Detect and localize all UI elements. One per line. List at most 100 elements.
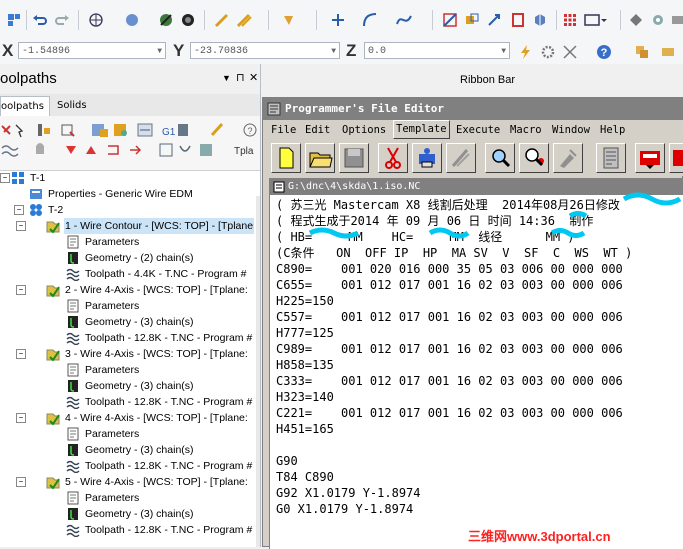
chevron-down-icon[interactable]: ▼ <box>331 43 336 60</box>
chevron-down-icon[interactable]: ▼ <box>157 43 162 60</box>
z-axis-label: Z <box>346 41 357 60</box>
tree-item[interactable]: Geometry - (3) chain(s) <box>0 314 256 330</box>
tree-item[interactable]: Properties - Generic Wire EDM <box>0 186 256 202</box>
template-button[interactable] <box>596 143 626 173</box>
pin-icon[interactable]: ⊓ <box>236 71 245 84</box>
geometry-icon <box>68 380 78 392</box>
menu-template[interactable]: Template <box>393 120 450 139</box>
tool-icon[interactable] <box>670 12 683 28</box>
arc-icon[interactable] <box>362 12 378 28</box>
expander-icon[interactable]: − <box>16 221 26 231</box>
cut-button[interactable] <box>378 143 408 173</box>
menu-macro[interactable]: Macro <box>510 120 542 140</box>
tree-item[interactable]: Parameters <box>0 234 256 250</box>
tree-item[interactable]: − T-2 <box>0 202 256 218</box>
tree-item[interactable]: Geometry - (3) chain(s) <box>0 442 256 458</box>
solid-icon[interactable] <box>532 12 548 28</box>
expander-icon[interactable]: − <box>14 205 24 215</box>
x-coordinate-input[interactable]: -1.54896 ▼ <box>18 42 166 59</box>
expander-icon[interactable]: − <box>16 477 26 487</box>
run-button[interactable] <box>635 143 665 173</box>
expander-icon[interactable]: − <box>16 349 26 359</box>
close-icon[interactable]: ✕ <box>249 71 258 84</box>
menu-edit[interactable]: Edit <box>305 120 330 140</box>
open-file-button[interactable] <box>305 143 335 173</box>
menu-help[interactable]: Help <box>600 120 625 140</box>
lightning-icon[interactable] <box>518 44 534 60</box>
tree-item[interactable]: Toolpath - 4.4K - T.NC - Program # <box>0 266 256 282</box>
paste-button[interactable] <box>446 143 476 173</box>
help-icon[interactable]: ? <box>596 44 612 60</box>
tree-item[interactable]: − T-1 <box>0 170 256 186</box>
gear-icon[interactable] <box>540 44 556 60</box>
window-icon[interactable] <box>584 12 608 28</box>
tab-toolpaths[interactable]: oolpaths <box>0 96 50 116</box>
menu-options[interactable]: Options <box>342 120 386 140</box>
tree-item-label: Toolpath - 12.8K - T.NC - Program # <box>85 396 253 408</box>
line-style-icon[interactable] <box>236 12 252 28</box>
tree-item[interactable]: Parameters <box>0 426 256 442</box>
cross-icon[interactable] <box>562 44 578 60</box>
trim-icon[interactable] <box>442 12 458 28</box>
tree-item[interactable]: Toolpath - 12.8K - T.NC - Program # <box>0 394 256 410</box>
editor-menu-bar: File Edit Options Template Execute Macro… <box>263 120 683 140</box>
tree-item[interactable]: Geometry - (2) chain(s) <box>0 250 256 266</box>
expander-icon[interactable]: − <box>0 173 10 183</box>
stop-button[interactable] <box>669 143 683 173</box>
tree-item[interactable]: − 5 - Wire 4-Axis - [WCS: TOP] - [Tplane: <box>0 474 256 490</box>
paste-icon <box>451 149 470 167</box>
redo-icon[interactable] <box>54 12 70 28</box>
brush-icon[interactable] <box>282 12 298 28</box>
wireframe-icon[interactable] <box>180 12 196 28</box>
ribbon-bar-area: Ribbon Bar <box>260 64 683 96</box>
undo-icon[interactable] <box>32 12 48 28</box>
y-coordinate-input[interactable]: -23.70836 ▼ <box>190 42 340 59</box>
tree-item[interactable]: Parameters <box>0 490 256 506</box>
machine-icon[interactable] <box>628 12 644 28</box>
menu-file[interactable]: File <box>271 120 296 140</box>
z-coordinate-input[interactable]: 0.0 ▼ <box>364 42 510 59</box>
tab-solids[interactable]: Solids <box>52 96 92 115</box>
save-file-button[interactable] <box>339 143 369 173</box>
globe-icon[interactable] <box>88 12 104 28</box>
tree-item[interactable]: − 1 - Wire Contour - [WCS: TOP] - [Tplane <box>0 218 256 234</box>
new-file-button[interactable] <box>271 143 301 173</box>
tree-item[interactable]: − 2 - Wire 4-Axis - [WCS: TOP] - [Tplane: <box>0 282 256 298</box>
menu-execute[interactable]: Execute <box>456 120 500 140</box>
tree-item[interactable]: Parameters <box>0 298 256 314</box>
tree-scrollbar[interactable] <box>256 196 260 547</box>
tree-item[interactable]: Geometry - (3) chain(s) <box>0 506 256 522</box>
shade-icon[interactable] <box>158 12 174 28</box>
transform-icon[interactable] <box>464 12 480 28</box>
translate-icon[interactable] <box>486 12 502 28</box>
find-next-button[interactable] <box>519 143 549 173</box>
find-button[interactable] <box>485 143 515 173</box>
point-icon[interactable] <box>330 12 346 28</box>
copy-button[interactable] <box>412 143 442 173</box>
tree-item[interactable]: Toolpath - 12.8K - T.NC - Program # <box>0 522 256 538</box>
sphere-icon[interactable] <box>124 12 140 28</box>
grid-view-icon[interactable] <box>562 12 578 28</box>
spline-icon[interactable] <box>396 12 412 28</box>
pin-dropdown-icon[interactable]: ▼ <box>222 73 231 83</box>
tree-item[interactable]: − 3 - Wire 4-Axis - [WCS: TOP] - [Tplane: <box>0 346 256 362</box>
settings-icon[interactable] <box>650 12 666 28</box>
new-icon[interactable] <box>6 12 22 28</box>
copy-icon[interactable] <box>634 44 650 60</box>
stack-icon[interactable] <box>660 44 676 60</box>
pencil-icon[interactable] <box>214 12 230 28</box>
redaction-marks <box>308 192 682 239</box>
tree-item[interactable]: − 4 - Wire 4-Axis - [WCS: TOP] - [Tplane: <box>0 410 256 426</box>
tree-item[interactable]: Toolpath - 12.8K - T.NC - Program # <box>0 458 256 474</box>
expander-icon[interactable]: − <box>16 285 26 295</box>
chevron-down-icon[interactable]: ▼ <box>501 43 506 60</box>
menu-window[interactable]: Window <box>552 120 590 140</box>
expander-icon[interactable]: − <box>16 413 26 423</box>
manager-tool-icons[interactable]: G1 ? Tpla <box>0 120 260 170</box>
tree-item[interactable]: Parameters <box>0 362 256 378</box>
replace-button[interactable] <box>553 143 583 173</box>
tree-item[interactable]: Toolpath - 12.8K - T.NC - Program # <box>0 330 256 346</box>
bracket-icon[interactable] <box>510 12 526 28</box>
svg-text:G1: G1 <box>162 127 176 138</box>
tree-item[interactable]: Geometry - (3) chain(s) <box>0 378 256 394</box>
